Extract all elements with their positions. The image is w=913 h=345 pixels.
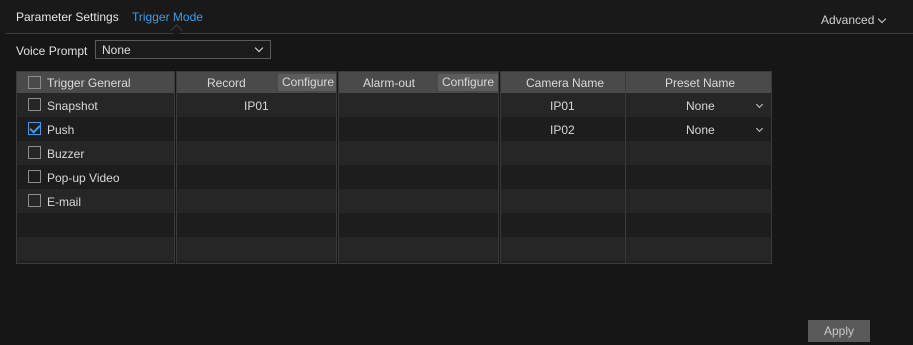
record-panel: Record Configure IP01 (176, 71, 337, 264)
record-camera-cell: IP01 (244, 99, 269, 113)
push-label: Push (47, 123, 75, 137)
advanced-button[interactable]: Advanced (821, 13, 887, 27)
chevron-down-icon (254, 43, 264, 53)
record-title: Record (207, 76, 246, 90)
select-all-checkbox[interactable] (28, 76, 41, 89)
preset-value: None (686, 123, 715, 137)
email-checkbox[interactable] (28, 194, 41, 207)
voice-prompt-label: Voice Prompt (16, 44, 88, 58)
preset-header: Camera Name Preset Name (501, 72, 771, 93)
preset-panel: Camera Name Preset Name IP01 None IP02 N… (500, 71, 772, 264)
snapshot-checkbox[interactable] (28, 98, 41, 111)
trigger-general-title: Trigger General (47, 76, 131, 90)
trigger-general-header: Trigger General (17, 72, 174, 93)
advanced-label: Advanced (821, 13, 875, 27)
preset-name-header: Preset Name (665, 76, 736, 90)
camera-name-cell: IP02 (550, 123, 575, 137)
email-label: E-mail (47, 195, 82, 209)
alarm-out-configure-button[interactable]: Configure (438, 74, 498, 91)
popup-video-checkbox[interactable] (28, 170, 41, 183)
camera-name-header: Camera Name (526, 76, 605, 90)
buzzer-checkbox[interactable] (28, 146, 41, 159)
chevron-down-icon (878, 14, 887, 24)
push-checkbox[interactable] (28, 122, 41, 135)
preset-value: None (686, 99, 715, 113)
record-configure-button[interactable]: Configure (278, 74, 336, 91)
tab-parameter-settings[interactable]: Parameter Settings (16, 10, 119, 24)
popup-video-label: Pop-up Video (47, 171, 120, 185)
record-header: Record Configure (177, 72, 336, 93)
alarm-out-title: Alarm-out (363, 76, 416, 90)
tab-divider (6, 33, 913, 34)
tab-trigger-mode[interactable]: Trigger Mode (132, 10, 203, 24)
voice-prompt-select[interactable]: None (95, 40, 271, 59)
alarm-out-header: Alarm-out Configure (339, 72, 498, 93)
snapshot-label: Snapshot (47, 99, 98, 113)
voice-prompt-value: None (102, 43, 131, 57)
apply-button[interactable]: Apply (808, 320, 870, 342)
camera-name-cell: IP01 (550, 99, 575, 113)
alarm-out-panel: Alarm-out Configure (338, 71, 499, 264)
buzzer-label: Buzzer (47, 147, 85, 161)
trigger-general-panel: Trigger General Snapshot Push Buzzer Pop… (16, 71, 175, 264)
